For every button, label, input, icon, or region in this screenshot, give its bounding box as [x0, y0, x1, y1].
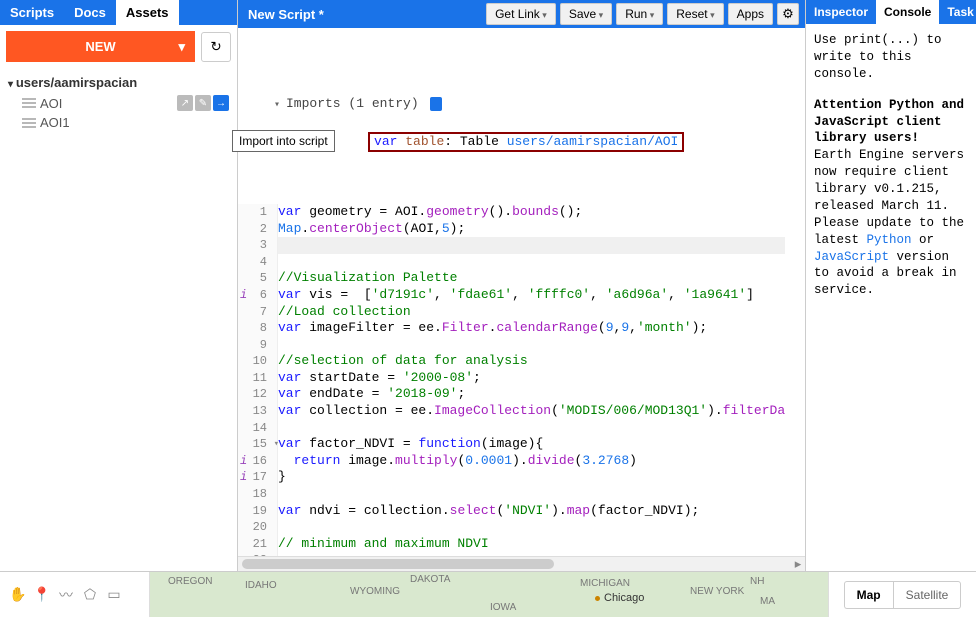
line-tool[interactable]: 〰 — [58, 587, 74, 603]
python-link[interactable]: Python — [867, 233, 912, 247]
left-tabs: Scripts Docs Assets — [0, 0, 237, 25]
reset-button[interactable]: Reset — [667, 3, 723, 25]
map-canvas[interactable]: OREGON IDAHO WYOMING DAKOTA IOWA MICHIGA… — [150, 572, 828, 617]
map-tools: ✋ 📍 〰 ⬠ ▭ — [0, 572, 150, 617]
import-tooltip: Import into script — [232, 130, 335, 152]
console-output: Use print(...) to write to this console.… — [806, 24, 976, 321]
share-icon[interactable]: ↗ — [177, 95, 193, 111]
table-icon — [22, 118, 36, 128]
save-button[interactable]: Save — [560, 3, 612, 25]
tab-tasks[interactable]: Task — [939, 0, 976, 24]
editor-header: New Script * Get Link Save Run Reset App… — [238, 0, 805, 28]
city-dot — [595, 596, 600, 601]
edit-icon[interactable]: ✎ — [195, 95, 211, 111]
point-tool[interactable]: 📍 — [34, 587, 50, 603]
asset-tree: users/aamirspacian AOI ↗ ✎ → AOI1 — [0, 68, 237, 136]
tab-scripts[interactable]: Scripts — [0, 0, 64, 25]
table-icon — [22, 98, 36, 108]
run-button[interactable]: Run — [616, 3, 663, 25]
code-editor[interactable]: Imports (1 entry) var table: Table users… — [238, 28, 805, 556]
tab-docs[interactable]: Docs — [64, 0, 116, 25]
rectangle-tool[interactable]: ▭ — [106, 587, 122, 603]
tab-assets[interactable]: Assets — [116, 0, 179, 25]
line-gutter: 1234567891011121314151617181920212223242… — [238, 204, 278, 556]
tab-console[interactable]: Console — [876, 0, 939, 24]
polygon-tool[interactable]: ⬠ — [82, 587, 98, 603]
new-asset-button[interactable]: NEW — [6, 31, 195, 62]
satellite-button[interactable]: Satellite — [893, 581, 962, 609]
javascript-link[interactable]: JavaScript — [814, 250, 889, 264]
asset-item-label: AOI — [40, 96, 62, 111]
apps-button[interactable]: Apps — [728, 3, 773, 25]
asset-folder[interactable]: users/aamirspacian — [8, 72, 229, 93]
console-msg: Use print(...) to write to this console. — [814, 32, 968, 83]
horizontal-scrollbar[interactable]: ▸ — [238, 556, 805, 571]
tab-inspector[interactable]: Inspector — [806, 0, 876, 24]
import-icon[interactable]: → — [213, 95, 229, 111]
code-lines[interactable]: var geometry = AOI.geometry().bounds();M… — [278, 204, 785, 556]
asset-item[interactable]: AOI ↗ ✎ → — [8, 93, 229, 113]
settings-button[interactable]: ⚙ — [777, 3, 799, 25]
asset-item-label: AOI1 — [40, 115, 70, 130]
pan-tool[interactable]: ✋ — [10, 587, 26, 603]
map-type-toggle: Map Satellite — [828, 572, 976, 617]
map-button[interactable]: Map — [844, 581, 893, 609]
import-entry[interactable]: var table: Table users/aamirspacian/AOI — [368, 132, 684, 153]
console-msg: Attention Python and JavaScript client l… — [814, 97, 968, 300]
getlink-button[interactable]: Get Link — [486, 3, 556, 25]
right-tabs: Inspector Console Task — [806, 0, 976, 24]
file-icon — [430, 97, 442, 111]
asset-item[interactable]: AOI1 — [8, 113, 229, 132]
city-label: Chicago — [604, 592, 644, 604]
script-title: New Script * — [244, 7, 324, 22]
imports-header[interactable]: Imports (1 entry) — [286, 96, 419, 111]
refresh-button[interactable]: ↻ — [201, 32, 231, 62]
